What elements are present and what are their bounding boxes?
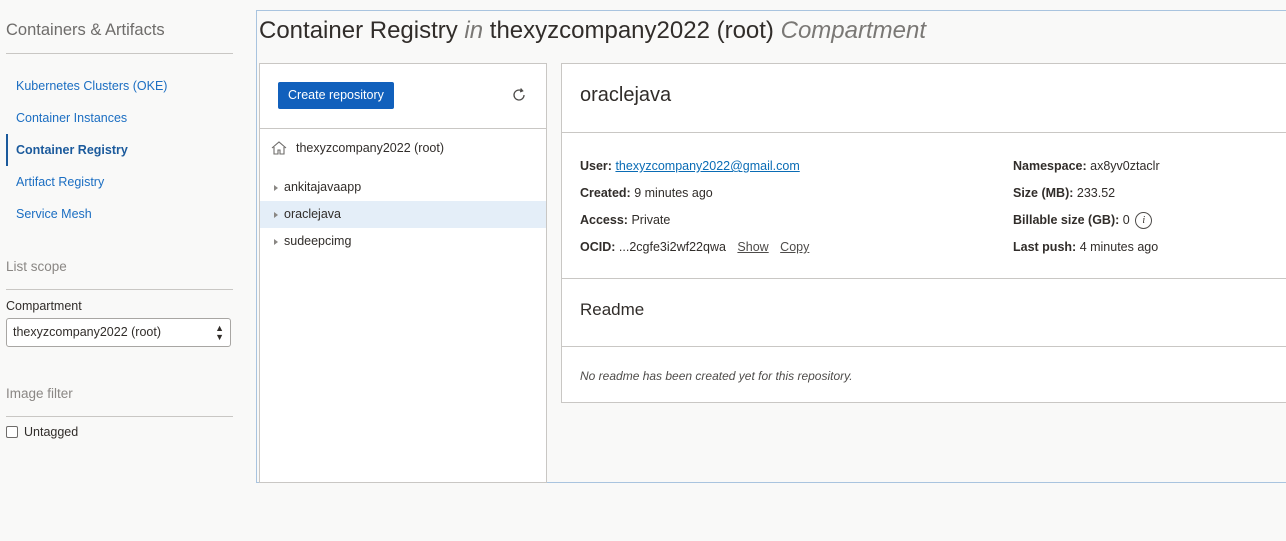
repository-info-left: User: thexyzcompany2022@gmail.com Create…: [580, 158, 809, 266]
page-title-suffix: Compartment: [780, 17, 926, 44]
created-label: Created:: [580, 186, 631, 200]
size-value: 233.52: [1076, 186, 1116, 200]
size-row: Size (MB): 233.52: [1013, 185, 1160, 212]
namespace-value: ax8yv0ztaclr: [1090, 159, 1160, 173]
readme-empty-message: No readme has been created yet for this …: [580, 369, 853, 383]
copy-ocid-link[interactable]: Copy: [780, 240, 809, 254]
billable-size-row: Billable size (GB): 0 i: [1013, 212, 1160, 239]
tree-root-label: thexyzcompany2022 (root): [296, 141, 444, 155]
page-title-main: Container Registry: [259, 17, 458, 44]
divider: [562, 346, 1286, 347]
page-title-in: in: [464, 17, 484, 44]
tree-toolbar: Create repository: [260, 64, 546, 129]
untagged-filter: Untagged: [6, 425, 78, 439]
select-arrows-icon: ▲ ▼: [215, 323, 224, 342]
divider: [562, 132, 1286, 133]
expand-triangle-icon[interactable]: [274, 211, 278, 218]
size-label: Size (MB):: [1013, 186, 1074, 200]
ocid-row: OCID: ...2cgfe3i2wf22qwa Show Copy: [580, 239, 809, 266]
home-icon: [271, 141, 287, 155]
repository-item-label: ankitajavaapp: [284, 180, 362, 194]
readme-heading: Readme: [580, 300, 645, 319]
repository-item-label: oraclejava: [284, 207, 341, 221]
user-label: User:: [580, 159, 612, 173]
created-value: 9 minutes ago: [634, 186, 713, 200]
access-value: Private: [631, 213, 671, 227]
ocid-label: OCID:: [580, 240, 616, 254]
repository-tree-panel: Create repository thexyzcompany2022 (roo…: [259, 63, 547, 483]
tree-root[interactable]: thexyzcompany2022 (root): [270, 140, 444, 156]
sidebar-item-service-mesh[interactable]: Service Mesh: [6, 198, 240, 230]
sidebar-title: Containers & Artifacts: [6, 21, 233, 54]
access-row: Access: Private: [580, 212, 809, 239]
sidebar: Containers & Artifacts Kubernetes Cluste…: [0, 0, 240, 541]
user-email-link[interactable]: thexyzcompany2022@gmail.com: [615, 159, 799, 173]
repository-item-sudeepcimg[interactable]: sudeepcimg: [260, 228, 546, 255]
image-filter-heading: Image filter: [6, 386, 233, 417]
compartment-select-value: thexyzcompany2022 (root): [13, 325, 161, 339]
list-scope-heading: List scope: [6, 259, 233, 290]
billable-size-label: Billable size (GB):: [1013, 213, 1120, 227]
sidebar-item-artifact-registry[interactable]: Artifact Registry: [6, 166, 240, 198]
last-push-label: Last push:: [1013, 240, 1077, 254]
divider: [562, 278, 1286, 279]
created-row: Created: 9 minutes ago: [580, 185, 809, 212]
expand-triangle-icon[interactable]: [274, 238, 278, 245]
compartment-label: Compartment: [6, 299, 82, 313]
access-label: Access:: [580, 213, 628, 227]
expand-triangle-icon[interactable]: [274, 184, 278, 191]
sidebar-nav: Kubernetes Clusters (OKE) Container Inst…: [6, 70, 240, 230]
page-title: Container Registry in thexyzcompany2022 …: [259, 17, 926, 45]
repository-list: ankitajavaapp oraclejava sudeepcimg: [260, 174, 546, 255]
info-icon[interactable]: i: [1135, 212, 1153, 230]
ocid-value: ...2cgfe3i2wf22qwa: [618, 240, 726, 254]
repository-info-right: Namespace: ax8yv0ztaclr Size (MB): 233.5…: [1013, 158, 1160, 266]
create-repository-button[interactable]: Create repository: [278, 82, 394, 109]
main-content: Container Registry in thexyzcompany2022 …: [256, 10, 1286, 483]
last-push-row: Last push: 4 minutes ago: [1013, 239, 1160, 266]
user-row: User: thexyzcompany2022@gmail.com: [580, 158, 809, 185]
show-ocid-link[interactable]: Show: [737, 240, 768, 254]
repository-item-ankitajavaapp[interactable]: ankitajavaapp: [260, 174, 546, 201]
refresh-icon[interactable]: [510, 86, 528, 104]
repository-item-oraclejava[interactable]: oraclejava: [260, 201, 546, 228]
sidebar-item-kubernetes-clusters[interactable]: Kubernetes Clusters (OKE): [6, 70, 240, 102]
sidebar-item-container-registry[interactable]: Container Registry: [6, 134, 240, 166]
repository-item-label: sudeepcimg: [284, 234, 352, 248]
namespace-label: Namespace:: [1013, 159, 1087, 173]
untagged-label: Untagged: [24, 425, 79, 439]
sidebar-item-container-instances[interactable]: Container Instances: [6, 102, 240, 134]
untagged-checkbox[interactable]: [6, 426, 18, 438]
page-title-compartment: thexyzcompany2022 (root): [489, 17, 774, 44]
repository-name: oraclejava: [580, 84, 672, 106]
compartment-select[interactable]: thexyzcompany2022 (root) ▲ ▼: [6, 318, 231, 347]
billable-size-value: 0: [1122, 213, 1130, 227]
repository-detail-panel: oraclejava User: thexyzcompany2022@gmail…: [561, 63, 1286, 403]
last-push-value: 4 minutes ago: [1079, 240, 1159, 254]
namespace-row: Namespace: ax8yv0ztaclr: [1013, 158, 1160, 185]
